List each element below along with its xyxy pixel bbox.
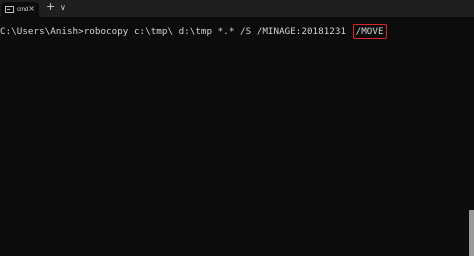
terminal-window: cmd × + ∨ C:\Users\Anish>robocopy c:\tmp… <box>0 0 474 256</box>
console-area[interactable]: C:\Users\Anish>robocopy c:\tmp\ d:\tmp *… <box>0 17 474 256</box>
command-text: C:\Users\Anish>robocopy c:\tmp\ d:\tmp *… <box>0 26 347 37</box>
command-line: C:\Users\Anish>robocopy c:\tmp\ d:\tmp *… <box>0 24 387 40</box>
close-icon[interactable]: × <box>28 5 35 13</box>
highlighted-move-arg: /MOVE <box>352 24 387 39</box>
new-tab-button[interactable]: + <box>46 1 55 13</box>
terminal-icon <box>5 6 14 13</box>
scrollbar[interactable] <box>469 210 474 256</box>
tab-cmd[interactable]: cmd × <box>1 2 39 17</box>
chevron-down-icon[interactable]: ∨ <box>60 2 66 14</box>
tab-title: cmd <box>17 6 29 13</box>
title-bar: cmd × + ∨ <box>0 0 474 17</box>
